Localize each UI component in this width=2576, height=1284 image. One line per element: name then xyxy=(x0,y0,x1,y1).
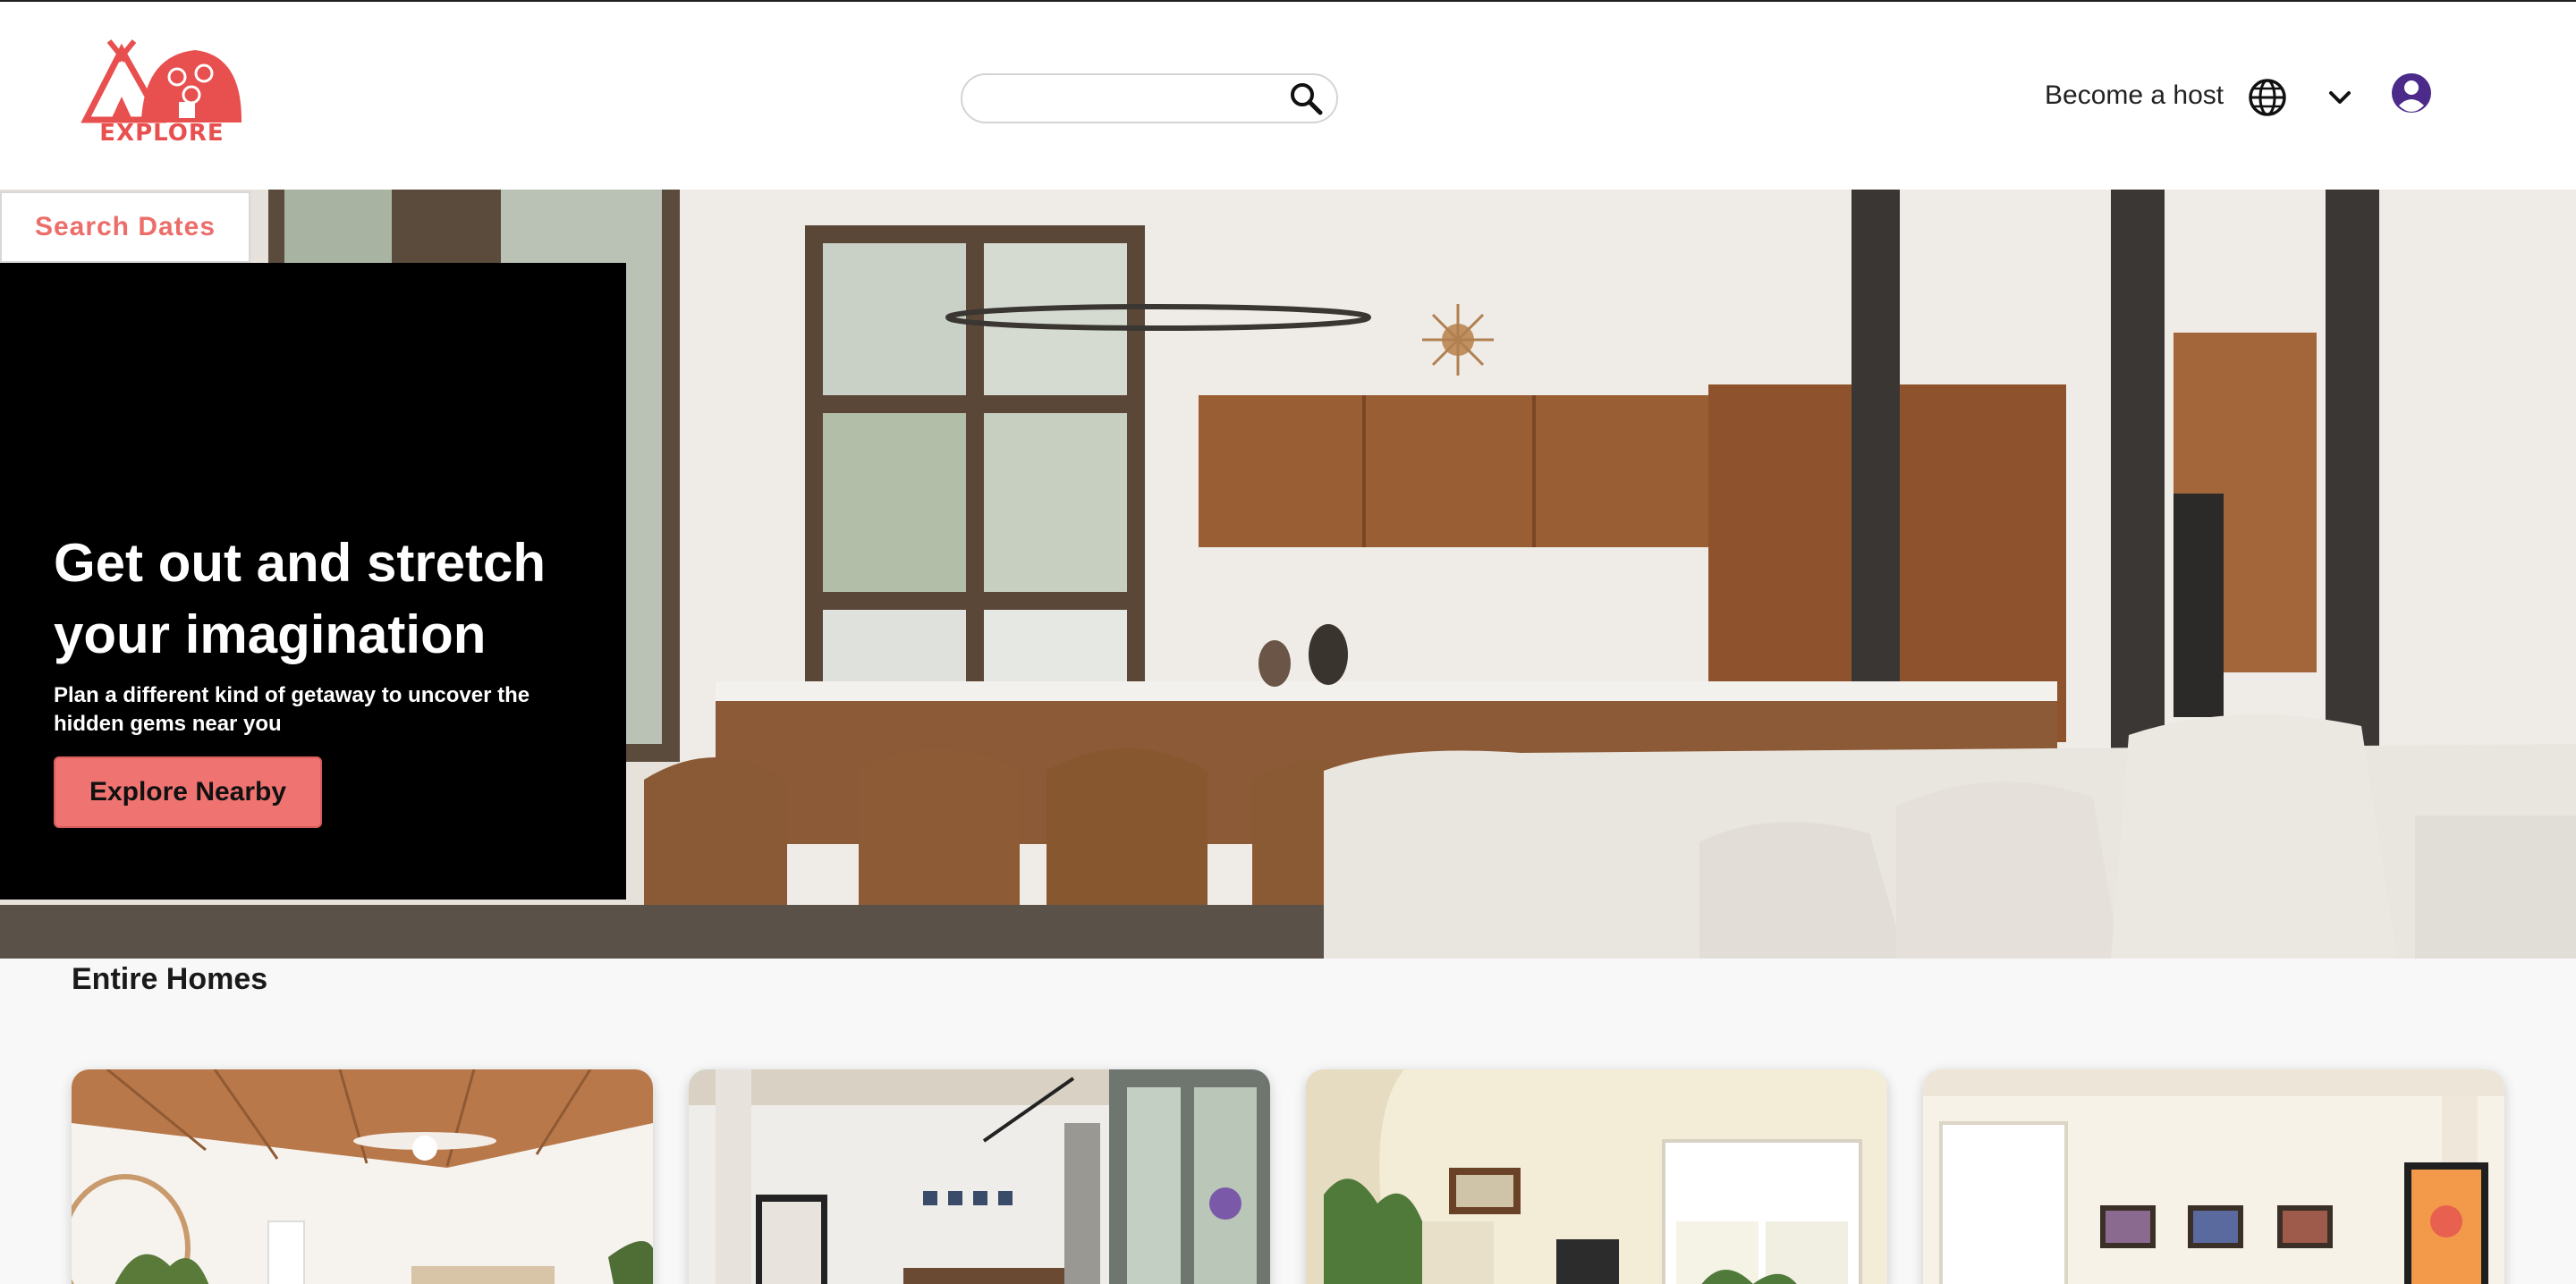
listing-card[interactable] xyxy=(689,1069,1270,1284)
hero-subtitle: Plan a different kind of getaway to unco… xyxy=(54,683,530,736)
listing-card[interactable] xyxy=(1306,1069,1887,1284)
listing-photo xyxy=(1923,1069,2504,1284)
logo-icon xyxy=(80,39,242,123)
listing-cards xyxy=(72,1069,2504,1284)
logo[interactable]: EXPLORE xyxy=(79,38,245,150)
hero-panel: Get out and stretch your imagination Pla… xyxy=(0,263,626,900)
top-header: EXPLORE Become a host xyxy=(0,2,2576,190)
become-host-link[interactable]: Become a host xyxy=(2045,80,2224,111)
search-bar xyxy=(961,73,1338,123)
listing-card[interactable] xyxy=(1923,1069,2504,1284)
listing-photo xyxy=(1306,1069,1887,1284)
explore-nearby-button[interactable]: Explore Nearby xyxy=(54,756,322,828)
logo-text: EXPLORE xyxy=(99,120,225,147)
globe-icon[interactable] xyxy=(2247,77,2288,118)
search-icon xyxy=(1291,83,1323,115)
section-title: Entire Homes xyxy=(72,962,268,996)
user-icon[interactable] xyxy=(2390,72,2433,114)
listing-photo xyxy=(689,1069,1270,1284)
hero-title: Get out and stretch your imagination xyxy=(54,533,547,664)
search-dates-button[interactable]: Search Dates xyxy=(0,191,250,263)
hero-section: Search Dates Get out and stretch your im… xyxy=(0,190,2576,959)
search-button[interactable] xyxy=(1274,75,1338,122)
search-input[interactable] xyxy=(977,80,1263,116)
chevron-down-icon[interactable] xyxy=(2324,84,2356,111)
listing-card[interactable] xyxy=(72,1069,653,1284)
listing-photo xyxy=(72,1069,653,1284)
